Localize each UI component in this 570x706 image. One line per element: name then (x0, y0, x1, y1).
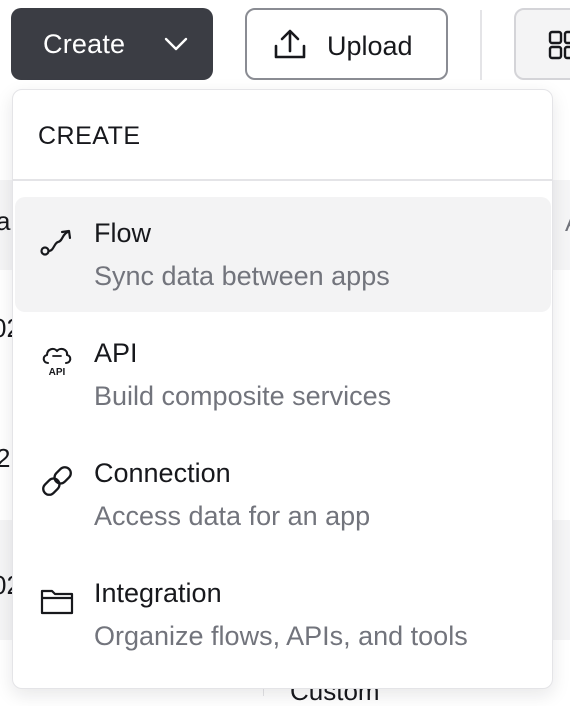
toolbar-divider (480, 10, 482, 80)
menu-divider (13, 179, 552, 181)
menu-item-description: Access data for an app (94, 501, 371, 531)
create-button[interactable]: Create (11, 8, 213, 80)
menu-item-title: Flow (94, 218, 152, 248)
chevron-down-icon (164, 37, 188, 51)
create-button-label: Create (43, 28, 126, 59)
upload-icon (274, 29, 306, 59)
upload-button-label: Upload (327, 31, 413, 61)
background-cell-fragment: a (0, 206, 11, 236)
menu-item-flow[interactable]: Flow Sync data between apps (15, 197, 551, 312)
menu-item-api[interactable]: API API Build composite services (15, 317, 551, 432)
grid-view-button[interactable] (514, 8, 570, 80)
svg-text:API: API (49, 367, 66, 378)
background-cell-fragment: A (565, 212, 570, 236)
link-icon (42, 466, 72, 496)
menu-item-description: Sync data between apps (94, 261, 390, 291)
menu-item-description: Build composite services (94, 381, 392, 411)
background-cell-fragment: 2 (0, 443, 11, 473)
api-cloud-icon: API (42, 347, 72, 378)
menu-item-title: API (94, 338, 138, 368)
create-dropdown-menu: CREATE Flow Sync data between apps API A… (12, 89, 553, 689)
menu-item-title: Integration (94, 578, 222, 608)
menu-item-integration[interactable]: Integration Organize flows, APIs, and to… (15, 557, 551, 672)
menu-item-description: Organize flows, APIs, and tools (94, 621, 468, 651)
menu-item-connection[interactable]: Connection Access data for an app (15, 437, 551, 552)
upload-button[interactable]: Upload (245, 8, 448, 80)
menu-item-title: Connection (94, 458, 231, 488)
menu-header: CREATE (38, 122, 141, 150)
grid-icon (548, 30, 570, 60)
flow-icon (40, 229, 72, 256)
folder-icon (40, 589, 74, 615)
